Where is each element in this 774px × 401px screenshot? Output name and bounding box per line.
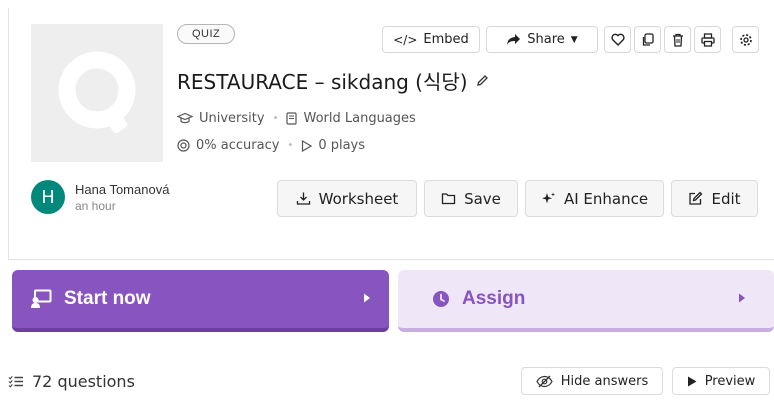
save-button[interactable]: Save xyxy=(424,180,518,217)
question-count: 72 questions xyxy=(8,372,135,391)
duplicate-button[interactable] xyxy=(634,26,661,53)
edit-button[interactable]: Edit xyxy=(671,180,758,217)
plays-label: 0 plays xyxy=(318,138,366,153)
delete-button[interactable] xyxy=(664,26,691,53)
preview-button[interactable]: Preview xyxy=(672,367,770,395)
share-arrow-icon xyxy=(507,34,521,45)
target-icon xyxy=(177,139,190,152)
printer-icon xyxy=(700,32,715,47)
meta-separator: • xyxy=(287,140,294,151)
author-time: an hour xyxy=(75,198,116,213)
eye-slash-icon xyxy=(536,375,553,387)
quiz-thumbnail xyxy=(31,24,163,162)
meta-separator: • xyxy=(272,113,279,124)
clock-icon xyxy=(433,291,449,307)
start-now-button[interactable]: Start now xyxy=(12,270,389,332)
pencil-icon[interactable] xyxy=(476,74,489,87)
quiz-meta-row-2: 0% accuracy • 0 plays xyxy=(177,138,365,153)
quiz-type-badge: QUIZ xyxy=(177,24,236,44)
hide-answers-button[interactable]: Hide answers xyxy=(521,367,663,395)
subject-label: World Languages xyxy=(303,111,416,126)
trash-icon xyxy=(672,33,683,47)
ai-enhance-button[interactable]: AI Enhance xyxy=(525,180,664,217)
copy-icon xyxy=(642,32,654,46)
like-button[interactable] xyxy=(604,26,631,53)
book-icon xyxy=(286,112,298,125)
print-button[interactable] xyxy=(694,26,721,53)
download-tray-icon xyxy=(296,192,310,205)
list-check-icon xyxy=(8,375,23,388)
gear-icon xyxy=(739,33,752,46)
quiz-meta-row-1: University • World Languages xyxy=(177,111,416,126)
share-button[interactable]: Share ▼ xyxy=(486,26,598,53)
presentation-icon xyxy=(31,289,52,308)
sparkle-icon xyxy=(541,192,555,204)
heart-icon xyxy=(610,33,625,46)
caret-right-icon xyxy=(364,293,370,303)
settings-button[interactable] xyxy=(732,26,759,53)
play-outline-icon xyxy=(302,139,313,152)
caret-right-icon xyxy=(739,293,745,303)
embed-button[interactable]: </> Embed xyxy=(382,26,480,53)
author-text: Hana Tomanová an hour xyxy=(75,182,169,213)
grade-label: University xyxy=(199,111,265,126)
play-icon xyxy=(687,376,697,386)
folder-icon xyxy=(441,193,456,205)
code-icon: </> xyxy=(393,32,418,47)
accuracy-label: 0% accuracy xyxy=(196,138,280,153)
worksheet-button[interactable]: Worksheet xyxy=(277,180,417,217)
graduation-cap-icon xyxy=(177,112,193,124)
author-name[interactable]: Hana Tomanová xyxy=(75,182,169,197)
edit-icon xyxy=(689,191,703,205)
author-info[interactable]: H Hana Tomanová an hour xyxy=(31,180,169,214)
quizizz-logo-icon xyxy=(58,51,136,134)
quiz-title: RESTAURACE – sikdang (식당) xyxy=(177,66,489,95)
assign-button[interactable]: Assign xyxy=(398,270,774,332)
caret-down-icon: ▼ xyxy=(570,34,578,45)
avatar[interactable]: H xyxy=(31,180,65,214)
quiz-header-card: QUIZ </> Embed Share ▼ RESTAURACE – sikd… xyxy=(8,8,774,260)
